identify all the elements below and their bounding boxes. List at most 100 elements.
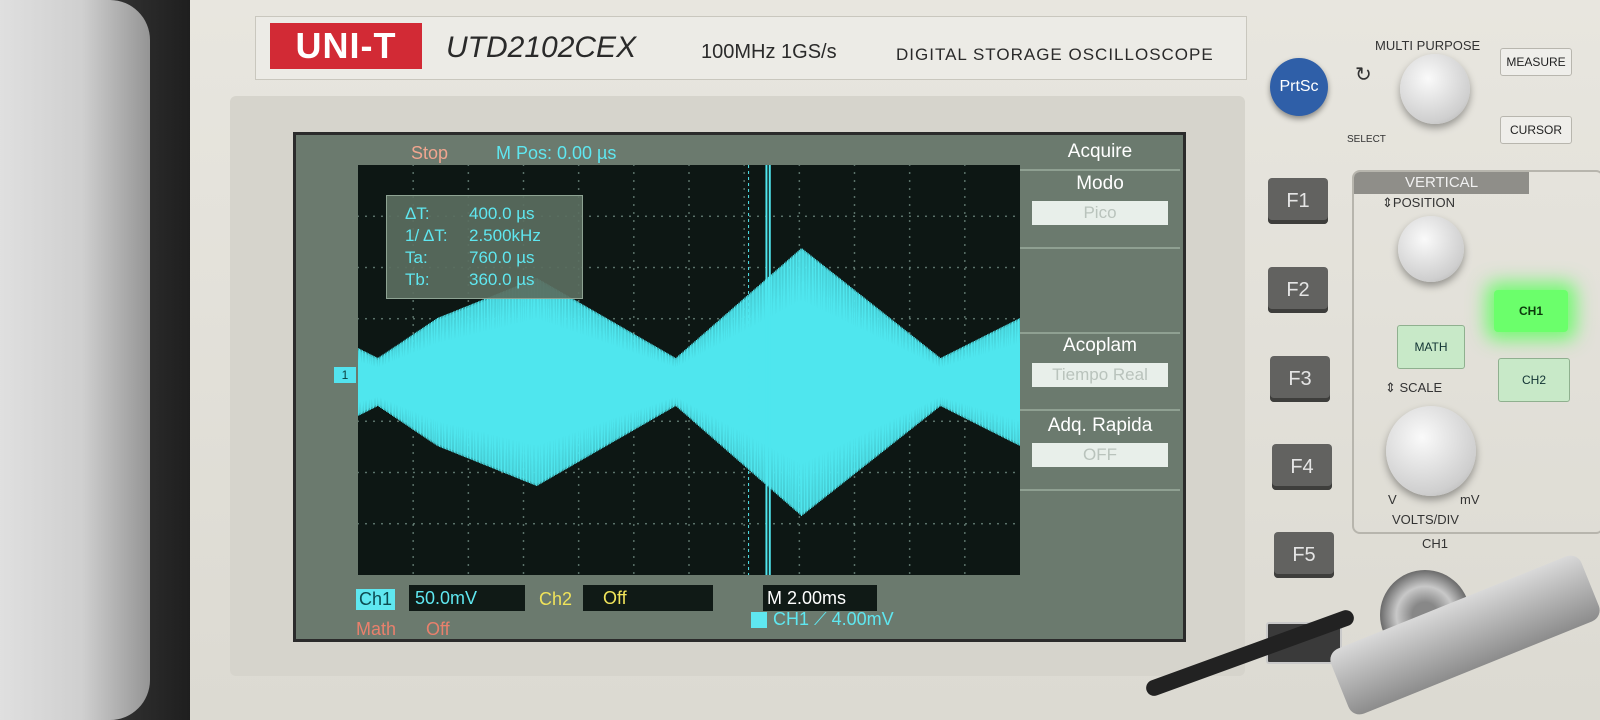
grid-dot bbox=[798, 548, 801, 550]
volts-div-knob[interactable] bbox=[1386, 406, 1476, 496]
grid-dot bbox=[798, 204, 801, 206]
grid-dot bbox=[963, 180, 966, 182]
grid-dot bbox=[397, 471, 399, 474]
prtsc-button[interactable]: PrtSc bbox=[1270, 58, 1328, 116]
grid-dot bbox=[421, 471, 423, 474]
grid-dot bbox=[412, 332, 415, 334]
grid-dot bbox=[413, 522, 415, 525]
grid-dot bbox=[853, 236, 856, 238]
menu-item-acoplam-value[interactable]: Tiempo Real bbox=[1032, 363, 1168, 387]
grid-dot bbox=[925, 317, 927, 320]
multi-purpose-knob[interactable] bbox=[1400, 54, 1470, 124]
grid-dot bbox=[743, 276, 746, 278]
grid-dot bbox=[798, 524, 801, 526]
grid-dot bbox=[963, 196, 966, 198]
grid-dot bbox=[963, 308, 966, 310]
menu-divider bbox=[1020, 489, 1180, 491]
grid-dot bbox=[412, 484, 415, 486]
menu-item-modo-value[interactable]: Pico bbox=[1032, 201, 1168, 225]
grid-dot bbox=[963, 556, 966, 558]
grid-dot bbox=[412, 324, 415, 326]
grid-dot bbox=[963, 508, 966, 510]
f1-button[interactable]: F1 bbox=[1268, 178, 1328, 224]
grid-dot bbox=[412, 316, 415, 318]
ch1-button[interactable]: CH1 bbox=[1494, 290, 1568, 332]
grid-dot bbox=[688, 180, 690, 182]
grid-dot bbox=[477, 471, 479, 474]
grid-dot bbox=[661, 420, 663, 423]
grid-dot bbox=[733, 471, 735, 474]
bottom-status-bar: Ch1 50.0mV Ch2 Off M 2.00ms Math Off CH1… bbox=[296, 575, 1183, 639]
grid-dot bbox=[853, 484, 856, 486]
grid-dot bbox=[893, 317, 895, 320]
grid-dot bbox=[632, 484, 635, 486]
vertical-position-knob[interactable] bbox=[1398, 216, 1464, 282]
trigger-icon bbox=[751, 612, 767, 629]
ch2-button[interactable]: CH2 bbox=[1498, 358, 1570, 402]
grid-dot bbox=[917, 471, 919, 474]
grid-dot bbox=[725, 215, 727, 218]
grid-dot bbox=[853, 260, 856, 262]
cursor-button[interactable]: CURSOR bbox=[1500, 116, 1572, 144]
grid-dot bbox=[861, 522, 863, 525]
grid-dot bbox=[963, 500, 966, 502]
grid-dot bbox=[963, 244, 966, 246]
grid-dot bbox=[621, 215, 623, 218]
f3-button[interactable]: F3 bbox=[1270, 356, 1330, 402]
grid-dot bbox=[773, 215, 775, 218]
grid-dot bbox=[381, 215, 383, 218]
grid-dot bbox=[412, 516, 415, 518]
f4-button[interactable]: F4 bbox=[1272, 444, 1332, 490]
cursor-key: 1/ ΔT: bbox=[405, 226, 448, 245]
grid-dot bbox=[613, 317, 615, 320]
grid-dot bbox=[965, 266, 967, 269]
grid-dot bbox=[743, 172, 746, 174]
grid-dot bbox=[701, 471, 703, 474]
f2-button[interactable]: F2 bbox=[1268, 267, 1328, 313]
math-button[interactable]: MATH bbox=[1397, 325, 1465, 369]
grid-dot bbox=[509, 522, 511, 525]
grid-dot bbox=[597, 522, 599, 525]
grid-dot bbox=[573, 471, 575, 474]
grid-dot bbox=[885, 215, 887, 218]
grid-dot bbox=[522, 188, 525, 190]
grid-dot bbox=[632, 508, 635, 510]
timebase-readout: M 2.00ms bbox=[763, 585, 877, 611]
grid-dot bbox=[693, 317, 695, 320]
grid-dot bbox=[685, 471, 687, 474]
grid-dot bbox=[963, 452, 966, 454]
ch1-level-marker[interactable]: 1 bbox=[334, 367, 356, 383]
grid-dot bbox=[963, 540, 966, 542]
grid-dot bbox=[688, 484, 690, 486]
menu-divider bbox=[1020, 247, 1180, 249]
grid-dot bbox=[688, 292, 690, 294]
menu-item-adq-value[interactable]: OFF bbox=[1032, 443, 1168, 467]
grid-dot bbox=[453, 471, 455, 474]
grid-dot bbox=[853, 540, 856, 542]
grid-dot bbox=[701, 215, 703, 218]
grid-dot bbox=[461, 471, 463, 474]
grid-dot bbox=[798, 564, 801, 566]
f5-button[interactable]: F5 bbox=[1274, 532, 1334, 578]
grid-dot bbox=[908, 172, 911, 174]
grid-dot bbox=[412, 564, 415, 566]
grid-dot bbox=[632, 276, 635, 278]
grid-dot bbox=[908, 236, 911, 238]
grid-dot bbox=[798, 516, 801, 518]
grid-dot bbox=[688, 308, 690, 310]
measure-button[interactable]: MEASURE bbox=[1500, 48, 1572, 76]
grid-dot bbox=[963, 204, 966, 206]
ch2-tag: Ch2 bbox=[539, 589, 573, 609]
grid-dot bbox=[743, 260, 746, 262]
brand-header: UNI-T UTD2102CEX 100MHz 1GS/s DIGITAL ST… bbox=[255, 16, 1247, 80]
grid-dot bbox=[798, 540, 801, 542]
grid-dot bbox=[963, 316, 966, 318]
grid-dot bbox=[743, 468, 746, 470]
grid-dot bbox=[688, 204, 690, 206]
grid-dot bbox=[632, 540, 635, 542]
grid-dot bbox=[637, 471, 639, 474]
grid-dot bbox=[632, 572, 635, 574]
grid-dot bbox=[853, 252, 856, 254]
grid-dot bbox=[437, 471, 439, 474]
grid-dot bbox=[989, 522, 991, 525]
